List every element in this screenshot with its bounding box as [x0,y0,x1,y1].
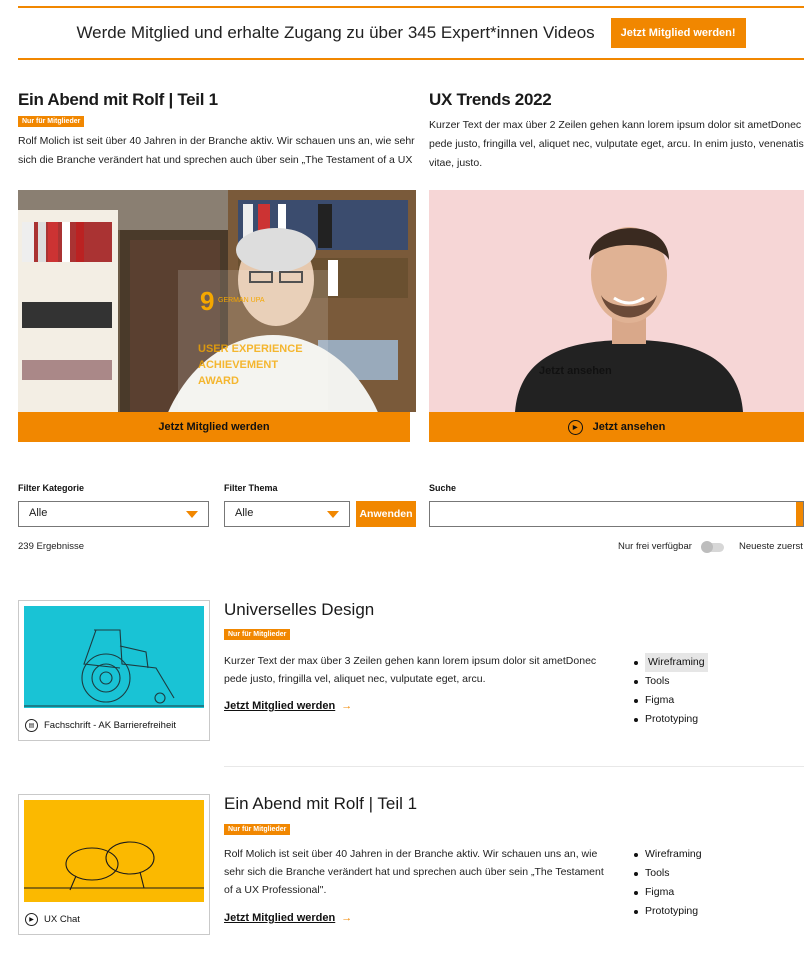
become-member-button[interactable]: Jetzt Mitglied werden! [610,18,746,48]
banner-text: Werde Mitglied und erhalte Zugang zu übe… [76,23,595,42]
thumb-label-text: Fachschrift - AK Barrierefreiheit [44,720,176,731]
card-title[interactable]: Universelles Design [224,600,374,620]
card-description: Kurzer Text der max über 3 Zeilen gehen … [224,655,597,685]
tag-item[interactable]: Figma [634,883,702,902]
tag-item[interactable]: Wireframing [634,845,702,864]
svg-text:GERMAN UPA: GERMAN UPA [218,297,265,304]
search-button[interactable] [796,502,803,526]
card-tags: Wireframing Tools Figma Prototyping [634,653,708,729]
card-description: Rolf Molich ist seit über 40 Jahren in d… [224,848,604,896]
filter-category-label: Filter Kategorie [18,483,85,493]
search-label: Suche [429,483,457,493]
apply-button[interactable]: Anwenden [356,501,416,527]
featured-description: Kurzer Text der max über 2 Zeilen gehen … [429,119,804,169]
card-title[interactable]: Ein Abend mit Rolf | Teil 1 [224,794,417,814]
tag-item[interactable]: Tools [634,672,708,691]
rolf-video-thumbnail: 9 GERMAN UPA USER EXPERIENCE ACHIEVEMENT… [18,190,416,412]
tag-item[interactable]: Figma [634,691,708,710]
featured-member-cta[interactable]: Jetzt Mitglied werden [18,412,410,442]
results-count: 239 Ergebnisse [18,541,85,552]
tag-item[interactable]: Tools [634,864,702,883]
play-icon: ▶ [567,419,583,435]
featured-video-ux-trends[interactable]: Jetzt ansehen [429,190,804,412]
play-icon: ▶ [25,913,38,926]
featured-title[interactable]: UX Trends 2022 [429,90,804,110]
filter-topic-select[interactable]: Alle [224,501,350,527]
filter-topic-label: Filter Thema [224,483,278,493]
free-only-label: Nur frei verfügbar [618,541,692,552]
thumb-label: ▶ UX Chat [25,913,80,926]
chevron-down-icon [327,511,339,518]
members-only-badge: Nur für Mitglieder [18,116,85,127]
card-divider [224,766,804,767]
card-member-link[interactable]: Jetzt Mitglied werden → [224,912,352,924]
members-only-badge: Nur für Mitglieder [224,824,291,835]
card-member-link[interactable]: Jetzt Mitglied werden → [224,700,352,712]
filter-category-select[interactable]: Alle [18,501,209,527]
svg-text:ACHIEVEMENT: ACHIEVEMENT [198,359,278,371]
featured-card-rolf: Ein Abend mit Rolf | Teil 1 Nur für Mitg… [18,90,416,170]
wheelchair-illustration [24,606,204,708]
arrow-right-icon: → [341,912,353,924]
tag-item[interactable]: Prototyping [634,902,702,921]
watch-now-button[interactable]: ▶ Jetzt ansehen [429,412,804,442]
thumb-label: ▤ Fachschrift - AK Barrierefreiheit [25,719,176,732]
featured-title[interactable]: Ein Abend mit Rolf | Teil 1 [18,90,416,110]
free-only-toggle[interactable] [701,541,724,553]
featured-description: Rolf Molich ist seit über 40 Jahren in d… [18,135,415,166]
document-icon: ▤ [25,719,38,732]
watch-now-label: Jetzt ansehen [592,421,666,433]
thumb-label-text: UX Chat [44,914,80,925]
card-thumbnail[interactable]: ▤ Fachschrift - AK Barrierefreiheit [18,600,210,741]
filter-category-value: Alle [29,507,48,519]
tag-wireframing[interactable]: Wireframing [645,653,708,672]
tag-item[interactable]: Prototyping [634,710,708,729]
tag-item[interactable]: Wireframing [634,653,708,672]
svg-text:USER EXPERIENCE: USER EXPERIENCE [198,343,303,355]
card-thumbnail[interactable]: ▶ UX Chat [18,794,210,935]
sort-dropdown[interactable]: Neueste zuerst [739,541,803,552]
chevron-down-icon [186,511,198,518]
search-input[interactable] [429,501,804,527]
members-only-badge: Nur für Mitglieder [224,629,291,640]
card-member-link-text: Jetzt Mitglied werden [224,912,336,924]
svg-text:AWARD: AWARD [198,375,239,387]
video-overlay-text: Jetzt ansehen [539,365,612,377]
arrow-right-icon: → [341,700,353,712]
filter-topic-value: Alle [235,507,254,519]
card-member-link-text: Jetzt Mitglied werden [224,700,336,712]
membership-banner: Werde Mitglied und erhalte Zugang zu übe… [18,6,804,60]
featured-card-ux-trends: UX Trends 2022 Kurzer Text der max über … [429,90,804,173]
featured-video-rolf[interactable]: 9 GERMAN UPA USER EXPERIENCE ACHIEVEMENT… [18,190,416,412]
ux-trends-video-thumbnail: Jetzt ansehen [429,190,804,412]
speech-bubbles-illustration [24,800,204,902]
svg-text:9: 9 [200,286,214,316]
card-tags: Wireframing Tools Figma Prototyping [634,845,702,921]
